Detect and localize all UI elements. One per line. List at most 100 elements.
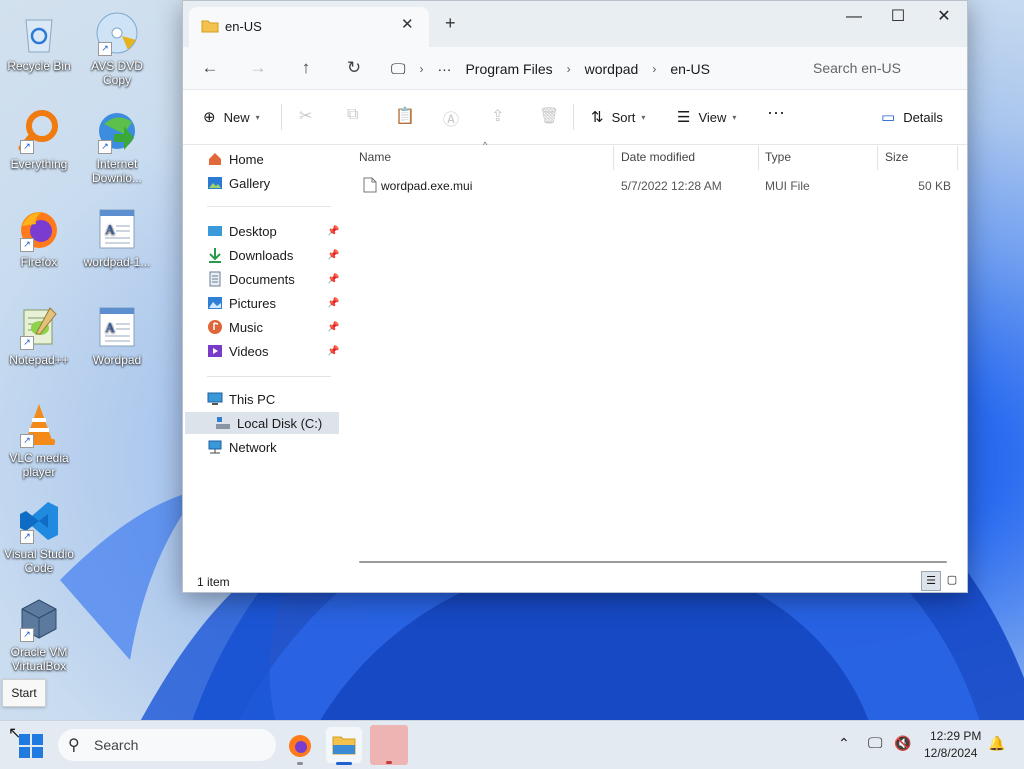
pin-icon[interactable]: 📌	[327, 298, 339, 309]
share-icon[interactable]: ⇪	[491, 106, 504, 126]
column-header-size[interactable]: Size	[885, 150, 908, 164]
home-icon	[207, 151, 223, 167]
plus-circle-icon: ⊕	[203, 109, 216, 126]
tiles-view-button[interactable]: ▢	[943, 571, 961, 589]
nav-music[interactable]: Music	[207, 316, 263, 338]
taskbar-firefox[interactable]	[282, 727, 318, 765]
pin-icon[interactable]: 📌	[327, 226, 339, 237]
clock-time[interactable]: 12:29 PM	[930, 729, 981, 743]
tab-en-us[interactable]: en-US ✕	[189, 7, 429, 47]
desktop-icon-avs-dvd-copy[interactable]: ↗ AVS DVD Copy	[78, 10, 156, 87]
breadcrumb-en-us[interactable]: en-US	[670, 61, 710, 77]
nav-desktop-label: Desktop	[229, 223, 277, 239]
nav-videos[interactable]: Videos	[207, 340, 269, 362]
desktop-icon-recycle-bin[interactable]: Recycle Bin	[0, 10, 78, 73]
file-icon	[363, 177, 377, 196]
shortcut-arrow-icon: ↗	[20, 336, 34, 350]
nav-local-disk[interactable]: Local Disk (C:)	[215, 412, 322, 434]
desktop-icon-virtualbox[interactable]: ↗ Oracle VM VirtualBox	[0, 596, 78, 673]
new-tab-button[interactable]: +	[445, 13, 456, 34]
command-bar: ⊕ New ▾ ✂ ⧉ 📋 Ⓐ ⇪ 🗑 ⇅ Sort ▾ ☰ View ▾ ··…	[183, 90, 967, 145]
column-divider	[758, 146, 759, 170]
sort-icon: ⇅	[591, 109, 604, 126]
desktop-icon-firefox[interactable]: ↗ Firefox	[0, 206, 78, 269]
horizontal-scrollbar[interactable]	[359, 561, 947, 563]
desktop-icon-vscode[interactable]: ↗ Visual Studio Code	[0, 498, 78, 575]
start-button[interactable]	[18, 733, 44, 759]
nav-gallery[interactable]: Gallery	[207, 172, 270, 194]
back-button[interactable]: ←	[199, 57, 221, 79]
up-button[interactable]: ↑	[295, 57, 317, 79]
navigation-pane: Home Gallery Desktop 📌 Downloads 📌 Docum…	[183, 144, 343, 554]
desktop-icon-wordpad[interactable]: A Wordpad	[78, 304, 156, 367]
running-indicator	[297, 762, 303, 765]
volume-muted-icon[interactable]: 🔇	[894, 735, 911, 752]
close-window-button[interactable]: ✕	[921, 5, 967, 29]
desktop-icon-label: Internet Downlo...	[91, 157, 143, 185]
taskbar-app-pink[interactable]	[370, 725, 408, 765]
chevron-down-icon: ▾	[641, 112, 646, 122]
breadcrumb-program-files[interactable]: Program Files	[465, 61, 552, 77]
cut-icon[interactable]: ✂	[299, 106, 312, 126]
this-pc-monitor-icon[interactable]: 🖵	[391, 61, 405, 78]
more-options-button[interactable]: ···	[767, 102, 785, 123]
nav-downloads[interactable]: Downloads	[207, 244, 293, 266]
music-icon	[207, 319, 223, 335]
desktop-icon-label: Recycle Bin	[7, 59, 71, 73]
active-indicator	[336, 762, 352, 765]
desktop-icon-label: Wordpad	[92, 353, 142, 367]
shortcut-arrow-icon: ↗	[98, 140, 112, 154]
copy-icon[interactable]: ⧉	[347, 106, 358, 124]
file-row[interactable]: wordpad.exe.mui 5/7/2022 12:28 AM MUI Fi…	[353, 174, 957, 198]
search-input[interactable]: Search en-US	[799, 54, 973, 82]
pin-icon[interactable]: 📌	[327, 274, 339, 285]
notification-bell-icon[interactable]: 🔔	[988, 735, 1005, 752]
nav-videos-label: Videos	[229, 343, 269, 359]
nav-desktop[interactable]: Desktop	[207, 220, 277, 242]
desktop-icon-notepadpp[interactable]: ↗ Notepad++	[0, 304, 78, 367]
pin-icon[interactable]: 📌	[327, 250, 339, 261]
network-status-icon[interactable]: 🖵	[868, 735, 882, 752]
svg-text:A: A	[105, 321, 116, 336]
divider	[281, 104, 282, 130]
desktop-icon-everything[interactable]: ↗ Everything	[0, 108, 78, 171]
column-header-name[interactable]: Name	[359, 150, 391, 164]
new-button[interactable]: ⊕ New ▾	[203, 108, 260, 126]
sort-indicator-icon: ^	[483, 140, 488, 150]
rename-icon[interactable]: Ⓐ	[443, 106, 459, 130]
nav-this-pc[interactable]: This PC	[207, 388, 275, 410]
chevron-up-icon[interactable]: ⌃	[838, 735, 850, 752]
nav-pictures[interactable]: Pictures	[207, 292, 276, 314]
wordpad-icon: A	[99, 307, 135, 347]
nav-pictures-label: Pictures	[229, 295, 276, 311]
pin-icon[interactable]: 📌	[327, 322, 339, 333]
sort-button[interactable]: ⇅ Sort ▾	[591, 108, 645, 126]
refresh-button[interactable]: ↻	[343, 57, 365, 79]
nav-documents[interactable]: Documents	[207, 268, 295, 290]
maximize-button[interactable]: ☐	[875, 5, 921, 29]
breadcrumb-wordpad[interactable]: wordpad	[585, 61, 639, 77]
details-pane-button[interactable]: ▭ Details	[881, 108, 943, 126]
clock-date[interactable]: 12/8/2024	[924, 746, 977, 760]
minimize-button[interactable]: —	[831, 5, 877, 29]
view-button[interactable]: ☰ View ▾	[677, 108, 736, 126]
desktop-icon-vlc[interactable]: ↗ VLC media player	[0, 402, 78, 479]
svg-text:A: A	[105, 223, 116, 238]
more-crumbs-button[interactable]: ···	[437, 61, 451, 77]
desktop-icon-wordpad-1[interactable]: A wordpad-1...	[78, 206, 156, 269]
shortcut-arrow-icon: ↗	[20, 434, 34, 448]
details-view-button[interactable]: ☰	[921, 571, 941, 591]
nav-network[interactable]: Network	[207, 436, 277, 458]
paste-icon[interactable]: 📋	[395, 106, 415, 126]
taskbar-search-box[interactable]: ⚲ Search	[58, 729, 276, 761]
pin-icon[interactable]: 📌	[327, 346, 339, 357]
column-header-type[interactable]: Type	[765, 150, 791, 164]
nav-home[interactable]: Home	[207, 148, 264, 170]
taskbar-file-explorer[interactable]	[326, 727, 362, 765]
tab-close-icon[interactable]: ✕	[401, 15, 414, 33]
forward-button[interactable]: →	[247, 57, 269, 79]
desktop-icon-internet-download-manager[interactable]: ↗ Internet Downlo...	[78, 108, 156, 185]
chevron-down-icon: ▾	[732, 112, 737, 122]
delete-icon[interactable]: 🗑	[539, 106, 559, 126]
column-header-date[interactable]: Date modified	[621, 150, 695, 164]
